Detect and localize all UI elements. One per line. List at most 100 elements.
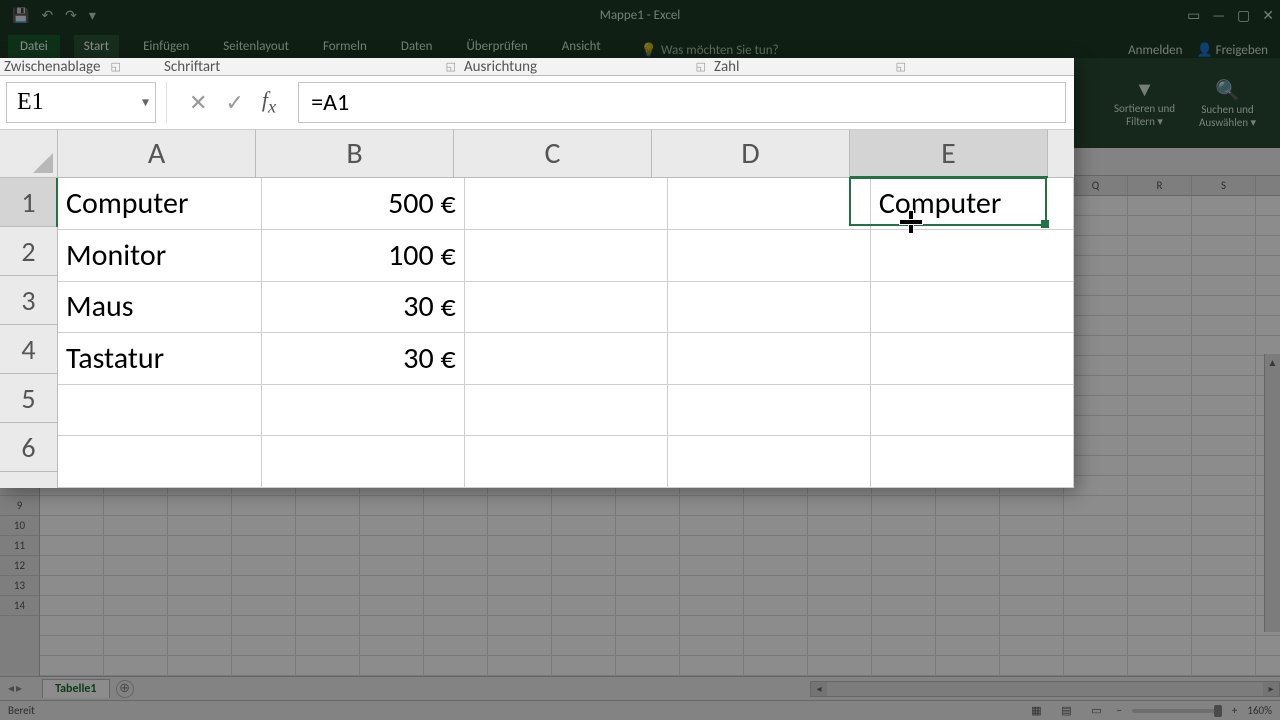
ribbon-options-icon[interactable]: ▭ (1187, 7, 1200, 24)
cell-C5[interactable] (464, 384, 667, 436)
ribbon-sort-filter[interactable]: ▼ Sortieren und Filtern ▾ (1114, 78, 1175, 128)
ribbon-find-select[interactable]: 🔍 Suchen und Auswählen ▾ (1199, 78, 1256, 129)
row-header-6[interactable]: 6 (0, 423, 57, 472)
enter-formula-button[interactable]: ✓ (225, 89, 243, 116)
cell-D1[interactable] (667, 178, 870, 230)
column-header-B[interactable]: B (256, 130, 454, 177)
tab-pagelayout[interactable]: Seitenlayout (213, 35, 299, 58)
row-header-11[interactable]: 11 (0, 536, 39, 556)
cell-C6[interactable] (464, 436, 667, 488)
row-header-13[interactable]: 13 (0, 576, 39, 596)
sheet-nav-last-icon[interactable]: ▸ (16, 681, 22, 696)
column-header-E[interactable]: E (850, 130, 1048, 177)
formula-bar[interactable]: =A1 (298, 82, 1066, 123)
new-sheet-button[interactable]: ⊕ (116, 680, 134, 698)
tell-me[interactable]: 💡 Was möchten Sie tun? (641, 43, 779, 58)
row-header-14[interactable]: 14 (0, 596, 39, 616)
cell-B3[interactable]: 30 € (261, 281, 464, 333)
close-icon[interactable]: ✕ (1262, 7, 1274, 24)
name-box[interactable]: E1 ▾ (6, 82, 156, 123)
cell-A4[interactable]: Tastatur (58, 333, 261, 385)
cell-E5[interactable] (870, 384, 1073, 436)
cell-A5[interactable] (58, 384, 261, 436)
view-pagelayout-icon[interactable]: ▤ (1056, 704, 1076, 717)
cell-B1[interactable]: 500 € (261, 178, 464, 230)
row-header-5[interactable]: 5 (0, 374, 57, 423)
column-header-C[interactable]: C (454, 130, 652, 177)
cell-D2[interactable] (667, 230, 870, 282)
vertical-scrollbar[interactable]: ▲ (1264, 354, 1280, 632)
cell-grid[interactable]: Computer500 €ComputerMonitor100 €Maus30 … (58, 178, 1074, 488)
cell-D5[interactable] (667, 384, 870, 436)
tab-formulas[interactable]: Formeln (313, 35, 377, 58)
cell-E4[interactable] (870, 333, 1073, 385)
select-all-corner[interactable] (0, 130, 58, 178)
chevron-down-icon[interactable]: ▾ (142, 94, 149, 111)
zoom-out-button[interactable]: − (1116, 704, 1121, 717)
cell-E1[interactable]: Computer (870, 178, 1073, 230)
cell-C1[interactable] (464, 178, 667, 230)
row-header-3[interactable]: 3 (0, 276, 57, 325)
tab-insert[interactable]: Einfügen (133, 35, 199, 58)
undo-icon[interactable]: ↶ (41, 7, 53, 24)
cell-D3[interactable] (667, 281, 870, 333)
scroll-left-icon[interactable]: ◂ (811, 682, 827, 696)
scroll-up-icon[interactable]: ▲ (1265, 354, 1280, 370)
tab-start[interactable]: Start (74, 35, 119, 58)
row-header-12[interactable]: 12 (0, 556, 39, 576)
cell-B4[interactable]: 30 € (261, 333, 464, 385)
dialog-launcher-icon[interactable]: ◱ (696, 60, 706, 73)
cell-B2[interactable]: 100 € (261, 230, 464, 282)
cell-C2[interactable] (464, 230, 667, 282)
share-icon: 👤 (1196, 43, 1212, 58)
cell-A1[interactable]: Computer (58, 178, 261, 230)
column-header-A[interactable]: A (58, 130, 256, 177)
sheet-tab[interactable]: Tabelle1 (42, 679, 109, 698)
dialog-launcher-icon[interactable]: ◱ (446, 60, 456, 73)
share-link[interactable]: 👤 Freigeben (1196, 43, 1268, 58)
tab-data[interactable]: Daten (391, 35, 443, 58)
row-header-10[interactable]: 10 (0, 516, 39, 536)
cell-E3[interactable] (870, 281, 1073, 333)
tab-file[interactable]: Datei (8, 35, 60, 58)
tab-view[interactable]: Ansicht (552, 35, 611, 58)
tab-review[interactable]: Überprüfen (456, 35, 537, 58)
cell-E2[interactable] (870, 230, 1073, 282)
cell-A3[interactable]: Maus (58, 281, 261, 333)
dialog-launcher-icon[interactable]: ◱ (896, 60, 906, 73)
column-header-S[interactable]: S (1192, 176, 1256, 195)
sheet-nav-first-icon[interactable]: ◂ (8, 681, 14, 696)
insert-function-button[interactable]: fx (262, 87, 276, 117)
row-header-1[interactable]: 1 (0, 178, 57, 227)
cell-C3[interactable] (464, 281, 667, 333)
minimize-icon[interactable]: — (1212, 7, 1225, 24)
horizontal-scrollbar[interactable]: ◂ ▸ (810, 681, 1280, 697)
view-normal-icon[interactable]: ▦ (1026, 704, 1046, 717)
zoom-in-button[interactable]: + (1232, 704, 1237, 717)
cell-D4[interactable] (667, 333, 870, 385)
row-header-4[interactable]: 4 (0, 325, 57, 374)
qat-dropdown-icon[interactable]: ▾ (89, 7, 96, 24)
cell-B5[interactable] (261, 384, 464, 436)
cell-C4[interactable] (464, 333, 667, 385)
zoom-grid: ABCDE 123456 Computer500 €ComputerMonito… (0, 130, 1074, 488)
signin-link[interactable]: Anmelden (1128, 43, 1182, 58)
save-icon[interactable]: 💾 (12, 7, 29, 24)
column-header-R[interactable]: R (1128, 176, 1192, 195)
zoom-level[interactable]: 160% (1247, 704, 1272, 717)
cancel-formula-button[interactable]: ✕ (189, 89, 207, 116)
maximize-icon[interactable]: ▢ (1237, 7, 1250, 24)
cell-A6[interactable] (58, 436, 261, 488)
row-header-9[interactable]: 9 (0, 496, 39, 516)
cell-A2[interactable]: Monitor (58, 230, 261, 282)
row-header-2[interactable]: 2 (0, 227, 57, 276)
cell-E6[interactable] (870, 436, 1073, 488)
dialog-launcher-icon[interactable]: ◱ (110, 60, 120, 73)
cell-B6[interactable] (261, 436, 464, 488)
view-pagebreak-icon[interactable]: ▭ (1086, 704, 1106, 717)
zoom-slider[interactable] (1132, 709, 1222, 713)
column-header-D[interactable]: D (652, 130, 850, 177)
cell-D6[interactable] (667, 436, 870, 488)
scroll-right-icon[interactable]: ▸ (1263, 682, 1279, 696)
redo-icon[interactable]: ↷ (65, 7, 77, 24)
